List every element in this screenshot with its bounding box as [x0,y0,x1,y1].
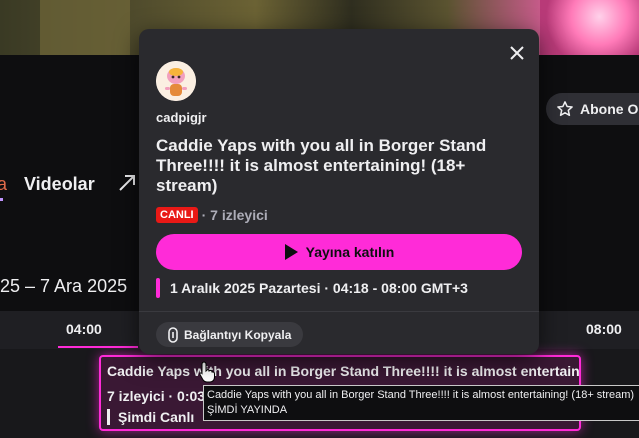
external-link-icon[interactable] [116,172,138,194]
nav-item-videos[interactable]: Videolar [24,174,95,195]
live-status-row: CANLI · 7 izleyici [156,207,268,223]
stream-popover: cadpigjr Caddie Yaps with you all in Bor… [139,29,539,354]
schedule-info: 1 Aralık 2025 Pazartesi · 04:18 - 08:00 … [156,278,468,298]
tooltip-status: ŞİMDİ YAYINDA [207,404,288,416]
timeline-current-marker [58,346,138,348]
event-tooltip: Caddie Yaps with you all in Borger Stand… [203,385,639,421]
follow-button[interactable]: Abone Ol [546,93,639,125]
nav-active-indicator [0,198,3,201]
event-viewers: 7 izleyici · 0:03 [107,388,206,404]
copy-link-button[interactable]: Bağlantıyı Kopyala [156,322,304,347]
event-live-status: Şimdi Canlı [107,409,194,425]
schedule-text: 1 Aralık 2025 Pazartesi · 04:18 - 08:00 … [170,280,468,296]
follow-label: Abone Ol [580,101,639,117]
copy-link-label: Bağlantıyı Kopyala [184,327,292,342]
schedule-date-range: 25 – 7 Ara 2025 [0,276,128,296]
link-icon [168,326,178,343]
channel-name[interactable]: cadpigjr [156,110,207,125]
schedule-accent-bar [156,278,160,298]
join-stream-button[interactable]: Yayına katılın [156,234,522,270]
viewer-count: · 7 izleyici [201,207,268,223]
stream-title: Caddie Yaps with you all in Borger Stand… [156,136,487,195]
play-icon [284,244,298,260]
timeline-tick: 04:00 [66,321,102,337]
star-icon [557,101,573,117]
pointer-cursor-icon [199,361,215,383]
join-stream-label: Yayına katılın [305,244,395,260]
close-icon[interactable] [505,41,529,65]
timeline-tick: 08:00 [586,321,622,337]
channel-avatar[interactable] [156,61,196,101]
divider [139,311,539,312]
nav-item-partial[interactable]: a [0,174,7,195]
tooltip-title: Caddie Yaps with you all in Borger Stand… [207,389,635,401]
event-title: Caddie Yaps with you all in Borger Stand… [107,363,580,379]
live-badge: CANLI [156,207,198,223]
